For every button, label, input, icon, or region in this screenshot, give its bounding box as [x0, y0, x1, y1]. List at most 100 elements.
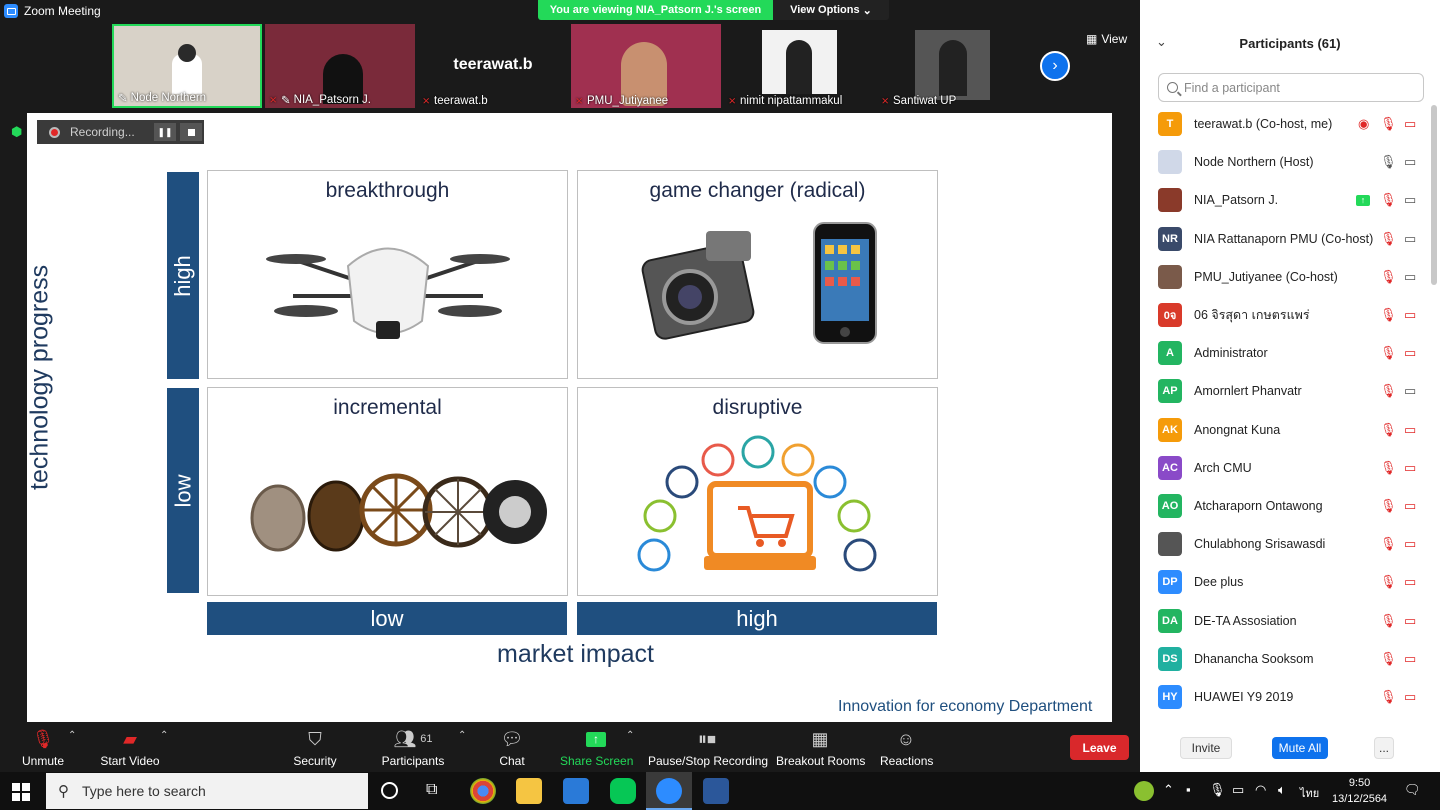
file-explorer-icon[interactable] [516, 778, 542, 804]
invite-button[interactable]: Invite [1180, 737, 1232, 759]
thumbnail-label: ⨯ teerawat.b [422, 95, 488, 107]
chrome-icon[interactable] [470, 778, 496, 804]
video-thumbnail[interactable]: ⨯ PMU_Jutiyanee [571, 24, 721, 108]
cortana-icon[interactable] [381, 782, 398, 799]
participant-row[interactable]: Chulabhong Srisawasdi 🎙︎ ▭ [1140, 525, 1430, 563]
word-icon[interactable] [703, 778, 729, 804]
leave-button[interactable]: Leave [1070, 735, 1129, 760]
participant-name: 06 จิรสุดา เกษตรแพร่ [1194, 308, 1310, 322]
participants-label: Participants [381, 754, 445, 768]
tray-chevron-up-icon[interactable]: ⌃ [1163, 782, 1174, 798]
video-icon: ▭ [1404, 268, 1417, 284]
participant-row[interactable]: Tteerawat.b (Co-host, me) 🎙︎ ▭ ◉ [1140, 105, 1430, 143]
participant-row[interactable]: Node Northern (Host) 🎙︎ ▭ [1140, 143, 1430, 181]
notifications-icon[interactable]: 🗨︎ [1404, 782, 1421, 798]
person-silhouette [786, 40, 812, 94]
participants-options-caret-icon[interactable]: ⌃ [458, 730, 466, 741]
video-off-icon: ▭ [1404, 345, 1417, 361]
video-icon: ▭ [1404, 192, 1417, 208]
mic-muted-icon: 🎙︎ [1380, 612, 1397, 628]
share-screen-button[interactable]: ↑ Share Screen [560, 728, 633, 768]
unmute-button[interactable]: 🎙︎ Unmute [18, 728, 68, 769]
video-thumbnail[interactable]: teerawat.b ⨯ teerawat.b [418, 24, 568, 108]
microphone-icon[interactable]: 🎙︎ [1209, 782, 1226, 798]
share-options-caret-icon[interactable]: ⌃ [626, 730, 634, 741]
participant-row[interactable]: DS Dhanancha Sooksom 🎙︎ ▭ [1140, 640, 1430, 678]
task-view-icon[interactable]: ⧉ [426, 781, 437, 799]
participant-row[interactable]: AO Atcharaporn Ontawong 🎙︎ ▭ [1140, 487, 1430, 525]
participant-row[interactable]: NR NIA Rattanaporn PMU (Co-host) 🎙︎ ▭ [1140, 220, 1430, 258]
participant-row[interactable]: A Administrator 🎙︎ ▭ [1140, 334, 1430, 372]
quadrant-breakthrough: breakthrough [207, 170, 568, 379]
tray-app2-icon[interactable]: ▪ [1186, 782, 1191, 797]
participant-avatar [1158, 264, 1182, 289]
next-page-button[interactable]: › [1040, 51, 1070, 81]
participant-row[interactable]: DA DE-TA Assosiation 🎙︎ ▭ [1140, 602, 1430, 640]
language-indicator[interactable]: ไทย [1300, 784, 1319, 802]
tray-app-icon[interactable] [1134, 781, 1154, 801]
participant-avatar [1158, 188, 1182, 213]
participant-avatar: AC [1158, 455, 1182, 480]
line-app-icon[interactable] [610, 778, 636, 804]
volume-icon[interactable]: 🔈︎ [1278, 782, 1286, 798]
video-thumbnail[interactable]: ⨯ ✎ NIA_Patsorn J. [265, 24, 415, 108]
video-options-caret-icon[interactable]: ⌃ [160, 730, 168, 741]
mute-all-button[interactable]: Mute All [1272, 737, 1328, 759]
pause-recording-button[interactable]: ❚❚ [154, 123, 176, 141]
video-thumbnail[interactable]: ⨯ nimit nipattammakul [724, 24, 874, 108]
more-options-button[interactable]: ... [1374, 737, 1394, 759]
battery-icon[interactable]: ▭ [1232, 782, 1244, 798]
view-options-label: View Options [790, 4, 860, 16]
audio-options-caret-icon[interactable]: ⌃ [68, 730, 76, 741]
chat-button[interactable]: 💬︎ Chat [492, 728, 532, 769]
security-button[interactable]: ⛉ Security [290, 728, 340, 769]
taskbar-clock[interactable]: 9:50 13/12/2564 [1332, 775, 1387, 807]
y-high-label: high [170, 254, 195, 297]
reactions-button[interactable]: ☺ Reactions [880, 728, 933, 769]
x-high-band: high [577, 602, 937, 635]
participant-row[interactable]: DP Dee plus 🎙︎ ▭ [1140, 563, 1430, 601]
participant-row[interactable]: PMU_Jutiyanee (Co-host) 🎙︎ ▭ [1140, 258, 1430, 296]
taskbar-search-input[interactable]: ⚲ Type here to search [46, 773, 368, 809]
video-thumbnail[interactable]: ⨯ Santiwat UP [877, 24, 1027, 108]
participant-row[interactable]: NIA_Patsorn J. 🎙︎ ▭ ↑ [1140, 181, 1430, 219]
stop-recording-button[interactable] [180, 123, 202, 141]
quadrant-disruptive: disruptive [577, 387, 938, 596]
thumbnail-label: ⨯ Santiwat UP [881, 95, 957, 107]
video-thumbnail[interactable]: ✎ Node Northern [112, 24, 262, 108]
participant-row[interactable]: 0จ 06 จิรสุดา เกษตรแพร่ 🎙︎ ▭ [1140, 296, 1430, 334]
mic-muted-icon: 🎙︎ [1380, 307, 1397, 322]
wifi-icon[interactable]: ◠ [1255, 782, 1266, 798]
participant-row[interactable]: AP Amornlert Phanvatr 🎙︎ ▭ [1140, 372, 1430, 410]
view-layout-button[interactable]: ▦ View [1086, 32, 1127, 46]
viewing-banner: You are viewing NIA_Patsorn J.'s screen [538, 0, 773, 20]
pause-stop-recording-button[interactable]: ⏸︎⏹︎ Pause/Stop Recording [648, 728, 768, 769]
drone-illustration [266, 247, 510, 339]
window-title: Zoom Meeting [24, 4, 101, 18]
participant-row[interactable]: AK Anongnat Kuna 🎙︎ ▭ [1140, 411, 1430, 449]
participant-name: NIA Rattanaporn PMU (Co-host) [1194, 231, 1374, 246]
thumbnail-label: ⨯ ✎ NIA_Patsorn J. [269, 94, 371, 107]
participants-scrollbar[interactable] [1431, 105, 1437, 285]
zoom-taskbar-item[interactable] [646, 772, 692, 810]
mic-muted-icon: ⨯ [575, 95, 584, 107]
participant-avatar: HY [1158, 685, 1182, 709]
y-low-label: low [170, 473, 196, 508]
chat-icon: 💬︎ [500, 728, 524, 749]
start-video-button[interactable]: ▰ Start Video [98, 728, 162, 769]
mic-muted-icon: ⨯ [269, 94, 278, 106]
participant-name: Atcharaporn Ontawong [1194, 499, 1323, 513]
breakout-rooms-button[interactable]: ▦ Breakout Rooms [776, 728, 865, 769]
video-off-icon: ▭ [1404, 536, 1417, 552]
mail-icon[interactable] [563, 778, 589, 804]
participant-name: Chulabhong Srisawasdi [1194, 537, 1326, 552]
participant-row[interactable]: HY HUAWEI Y9 2019 🎙︎ ▭ [1140, 678, 1430, 716]
recording-dot-icon [49, 126, 60, 138]
windows-start-icon[interactable] [12, 783, 30, 801]
mic-muted-icon: 🎙︎ [1380, 689, 1397, 704]
view-options-button[interactable]: View Options ⌄ [773, 0, 889, 20]
participants-button[interactable]: 👥︎ 61 Participants [380, 728, 446, 769]
participant-row[interactable]: AC Arch CMU 🎙︎ ▭ [1140, 449, 1430, 487]
chevron-down-icon: ⌄ [862, 4, 872, 17]
participant-search-input[interactable]: Find a participant [1158, 73, 1424, 102]
